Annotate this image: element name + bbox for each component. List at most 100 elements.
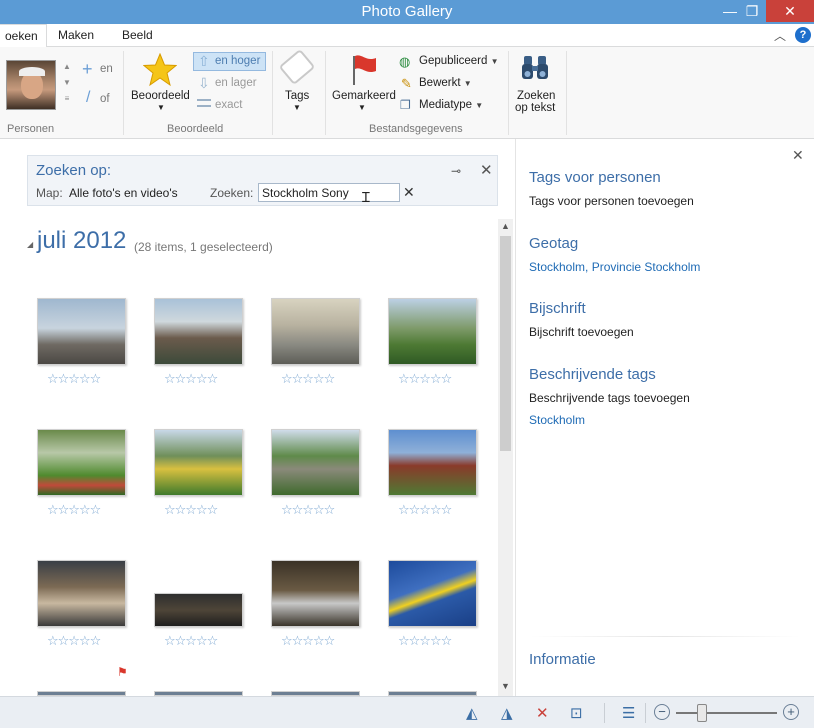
panel-divider: [515, 139, 516, 696]
scroll-thumb[interactable]: [500, 236, 511, 451]
beschrijvende-tag-stockholm[interactable]: Stockholm: [529, 413, 585, 427]
bijschrift-add[interactable]: Bijschrift toevoegen: [529, 325, 634, 339]
search-panel: Zoeken op: ⊸ ✕ Map: Alle foto's en video…: [27, 155, 498, 206]
window-title: Photo Gallery: [361, 3, 453, 20]
mediatype-label: Mediatype: [419, 99, 473, 111]
star-rating[interactable]: ☆☆☆☆☆: [47, 633, 101, 649]
maximize-button[interactable]: ❐: [738, 0, 766, 22]
photo-thumbnail[interactable]: [271, 560, 360, 627]
person-photo[interactable]: [6, 60, 56, 110]
item-count: (28 items, 1 geselecteerd): [134, 240, 273, 254]
star-rating[interactable]: ☆☆☆☆☆: [164, 502, 218, 518]
star-rating[interactable]: ☆☆☆☆☆: [281, 633, 335, 649]
scroll-up-icon[interactable]: ▲: [501, 221, 510, 231]
help-icon[interactable]: ?: [795, 27, 811, 43]
status-separator: [645, 703, 646, 723]
en-hoger-button[interactable]: en hoger: [215, 55, 260, 67]
tags-dropdown-icon[interactable]: ▼: [293, 103, 301, 112]
zoom-in-icon[interactable]: +: [783, 704, 799, 720]
gepubliceerd-button[interactable]: Gepubliceerd ▼: [419, 55, 499, 67]
search-input[interactable]: [258, 183, 400, 202]
tab-zoeken[interactable]: oeken: [0, 24, 47, 48]
star-rating[interactable]: ☆☆☆☆☆: [281, 371, 335, 387]
clear-search-icon[interactable]: ✕: [403, 184, 415, 201]
content-area: Zoeken op: ⊸ ✕ Map: Alle foto's en video…: [0, 139, 814, 696]
star-rating[interactable]: ☆☆☆☆☆: [164, 633, 218, 649]
group-label-personen: Personen: [7, 123, 55, 135]
ribbon: ▲ ▼ ≡ + en / of Personen Beoordeeld ▼ ⇧ en…: [0, 47, 814, 139]
photo-thumbnail[interactable]: [37, 429, 126, 496]
en-lager-button[interactable]: en lager: [215, 77, 257, 89]
informatie-title[interactable]: Informatie: [529, 651, 596, 668]
photo-thumbnail[interactable]: [388, 429, 477, 496]
flag-icon: [353, 55, 376, 85]
person-scroll[interactable]: ▲ ▼ ≡: [62, 59, 72, 111]
details-view-icon[interactable]: ☰: [622, 704, 635, 722]
exact-button[interactable]: exact: [215, 99, 243, 111]
bewerkt-button[interactable]: Bewerkt ▼: [419, 77, 472, 89]
photo-thumbnail[interactable]: [154, 298, 243, 365]
gemarkeerd-dropdown-icon[interactable]: ▼: [358, 103, 366, 112]
star-rating[interactable]: ☆☆☆☆☆: [47, 371, 101, 387]
zoeken-op-tekst-button[interactable]: Zoeken op tekst: [515, 90, 556, 114]
photo-thumbnail[interactable]: [154, 593, 243, 627]
of-button[interactable]: of: [100, 93, 110, 105]
mediatype-button[interactable]: Mediatype ▼: [419, 99, 483, 111]
rotate-right-icon[interactable]: ◮: [501, 704, 513, 722]
gallery-scrollbar[interactable]: ▲ ▼: [498, 219, 513, 696]
photo-thumbnail[interactable]: [271, 429, 360, 496]
close-button[interactable]: ✕: [766, 0, 814, 22]
slash-icon: /: [86, 89, 91, 106]
star-rating[interactable]: ☆☆☆☆☆: [281, 502, 335, 518]
map-value[interactable]: Alle foto's en video's: [69, 186, 178, 200]
bewerkt-label: Bewerkt: [419, 77, 461, 89]
close-search-icon[interactable]: ✕: [480, 161, 493, 179]
photo-thumbnail[interactable]: [37, 560, 126, 627]
tab-maken[interactable]: Maken: [50, 24, 102, 47]
search-heading: Zoeken op:: [36, 162, 112, 179]
photo-thumbnail[interactable]: [37, 298, 126, 365]
scroll-down-icon[interactable]: ▼: [501, 681, 510, 691]
status-separator: [604, 703, 605, 723]
star-rating[interactable]: ☆☆☆☆☆: [398, 633, 452, 649]
mediatype-dropdown-icon: ▼: [475, 101, 484, 110]
star-rating[interactable]: ☆☆☆☆☆: [47, 502, 101, 518]
beschrijvende-tags-add[interactable]: Beschrijvende tags toevoegen: [529, 391, 690, 405]
zoeken-op-tekst-line2: op tekst: [515, 102, 556, 114]
zoom-slider-track[interactable]: [676, 712, 777, 714]
en-button[interactable]: en: [100, 63, 113, 75]
zoom-slider-handle[interactable]: [697, 704, 707, 722]
zoeken-label: Zoeken:: [210, 186, 254, 200]
photo-thumbnail[interactable]: [388, 560, 477, 627]
plus-icon: +: [82, 59, 93, 79]
geotag-title: Geotag: [529, 235, 579, 252]
zoom-out-icon[interactable]: −: [654, 704, 670, 720]
photo-thumbnail[interactable]: [154, 429, 243, 496]
gemarkeerd-button[interactable]: Gemarkeerd: [332, 90, 396, 102]
tab-beeld[interactable]: Beeld: [114, 24, 161, 47]
tags-personen-title: Tags voor personen: [529, 169, 661, 186]
photo-thumbnail[interactable]: [271, 298, 360, 365]
star-rating[interactable]: ☆☆☆☆☆: [398, 371, 452, 387]
star-rating[interactable]: ☆☆☆☆☆: [164, 371, 218, 387]
beoordeeld-dropdown-icon[interactable]: ▼: [157, 103, 165, 112]
bijschrift-title: Bijschrift: [529, 300, 586, 317]
delete-icon[interactable]: ✕: [536, 704, 549, 722]
collapse-group-icon[interactable]: ◢: [27, 240, 33, 249]
star-rating[interactable]: ☆☆☆☆☆: [398, 502, 452, 518]
pin-icon[interactable]: ⊸: [451, 164, 461, 178]
beoordeeld-button[interactable]: Beoordeeld: [131, 90, 190, 102]
photo-thumbnail[interactable]: [388, 298, 477, 365]
globe-icon: ◍: [399, 54, 411, 69]
tags-personen-add[interactable]: Tags voor personen toevoegen: [529, 194, 694, 208]
tags-button[interactable]: Tags: [285, 90, 309, 102]
tag-icon: [278, 48, 316, 86]
close-panel-icon[interactable]: ✕: [792, 147, 804, 164]
slideshow-icon[interactable]: ⊡: [570, 704, 583, 722]
star-icon: [143, 53, 177, 87]
binoculars-icon: [522, 56, 548, 79]
beschrijvende-tags-title: Beschrijvende tags: [529, 366, 656, 383]
rotate-left-icon[interactable]: ◭: [466, 704, 478, 722]
geotag-value[interactable]: Stockholm, Provincie Stockholm: [529, 260, 700, 274]
collapse-ribbon-icon[interactable]: ︿: [774, 27, 786, 44]
